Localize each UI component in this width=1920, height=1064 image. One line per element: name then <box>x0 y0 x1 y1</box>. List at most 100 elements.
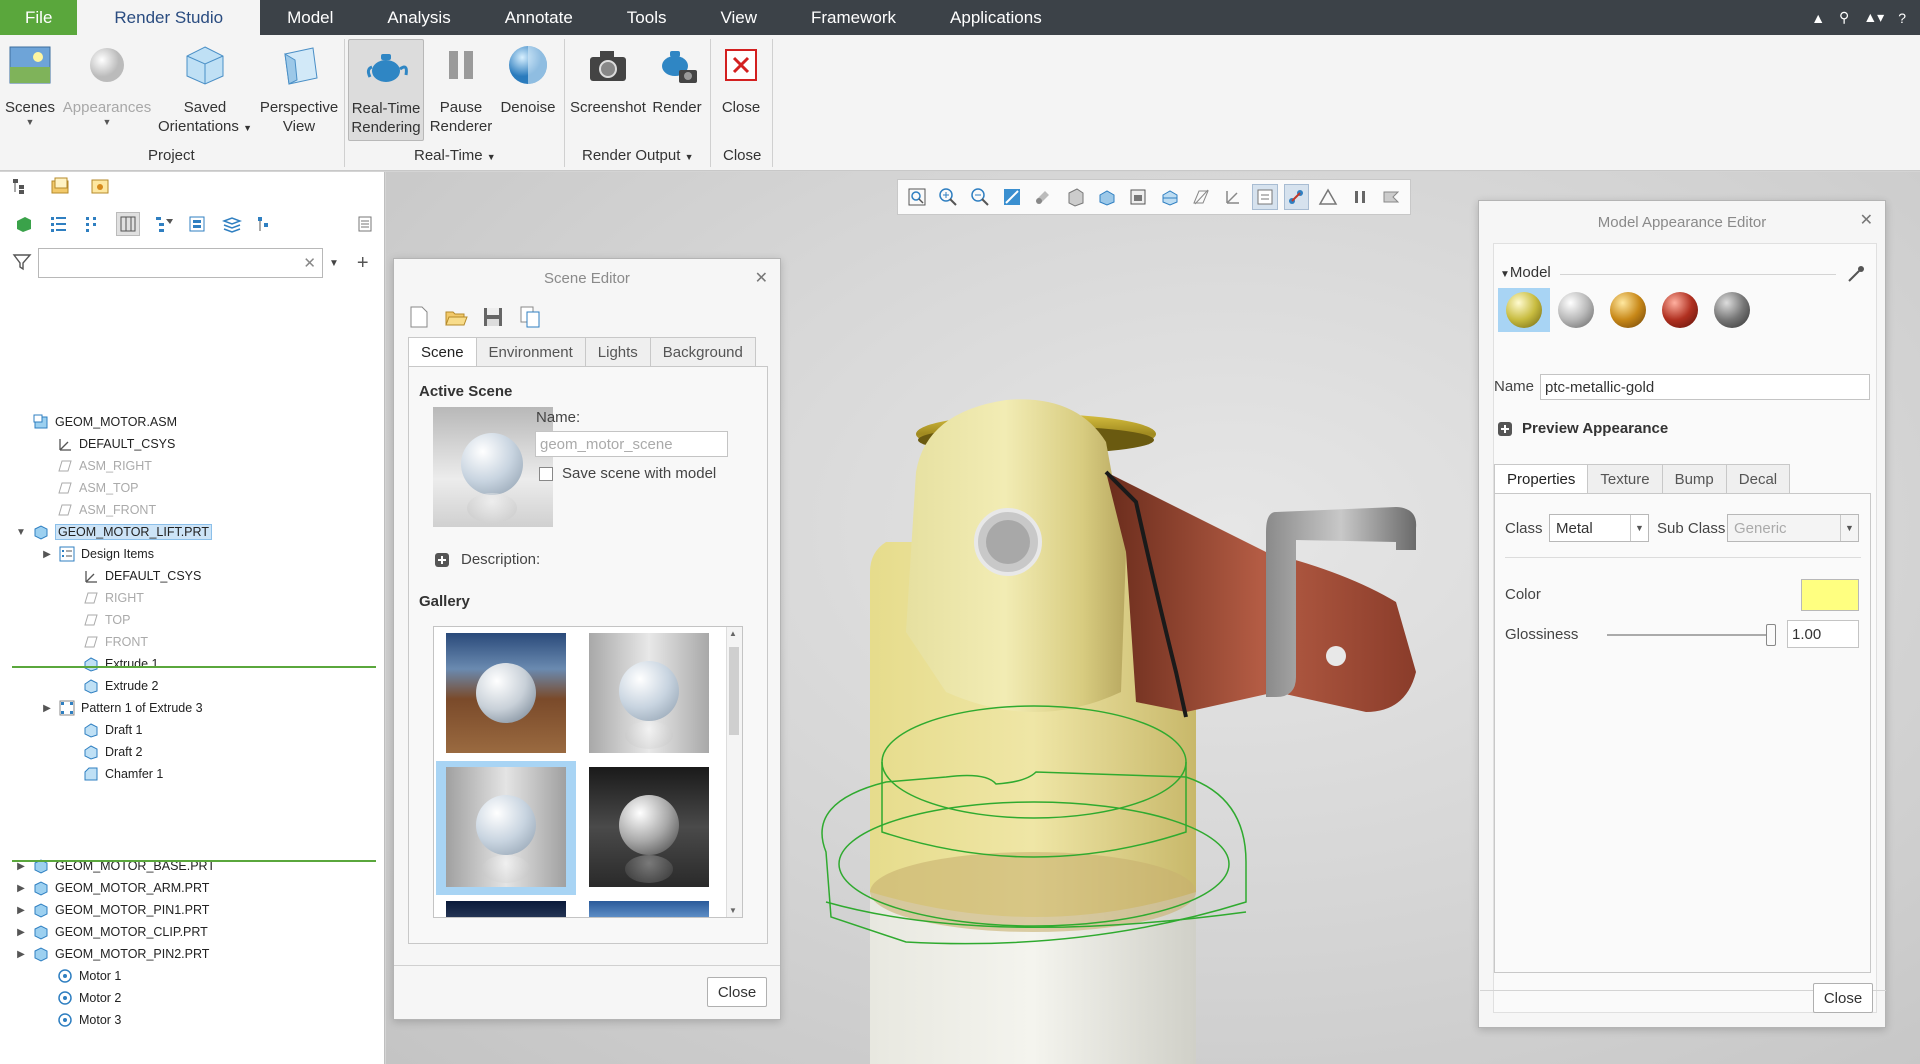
glossiness-slider-track[interactable] <box>1607 634 1771 636</box>
eyedropper-icon[interactable] <box>1846 264 1866 287</box>
tab-lights[interactable]: Lights <box>584 337 651 367</box>
spin-center-icon[interactable] <box>1283 184 1310 210</box>
expand-right-icon[interactable]: ▶ <box>14 905 28 916</box>
saved-views-icon[interactable] <box>1062 184 1088 210</box>
expand-right-icon[interactable]: ▶ <box>14 861 28 872</box>
filter-dropdown-icon[interactable]: ▼ <box>329 258 339 269</box>
tree-item[interactable]: ▶ GEOM_MOTOR_BASE.PRT <box>14 855 215 877</box>
saved-orientations-button[interactable]: Saved Orientations ▼ <box>154 39 256 138</box>
scroll-down-icon[interactable]: ▼ <box>729 906 737 915</box>
pause-animation-icon[interactable] <box>1347 184 1373 210</box>
help-icon[interactable]: ? <box>1898 10 1906 26</box>
tree-item[interactable]: DEFAULT_CSYS <box>64 565 201 587</box>
tree-filter-icon[interactable] <box>154 214 174 234</box>
scrollbar-thumb[interactable] <box>729 647 739 735</box>
zoom-in-icon[interactable] <box>936 184 962 210</box>
perspective-view-button[interactable]: Perspective View <box>258 39 340 136</box>
tree-item[interactable]: ▶ GEOM_MOTOR_PIN1.PRT <box>14 899 209 921</box>
appearance-name-field[interactable]: ptc-metallic-gold <box>1540 374 1870 400</box>
folder-browser-tab-icon[interactable] <box>50 176 70 196</box>
render-button[interactable]: Render <box>650 39 704 117</box>
tab-render-studio[interactable]: Render Studio <box>77 0 261 35</box>
glossiness-slider-thumb[interactable] <box>1766 624 1776 646</box>
tab-tools[interactable]: Tools <box>600 0 694 35</box>
tree-item[interactable]: ▶ GEOM_MOTOR_CLIP.PRT <box>14 921 208 943</box>
appearance-swatch-dark[interactable] <box>1714 292 1750 328</box>
close-icon[interactable]: ✕ <box>755 268 768 288</box>
tree-columns-settings-icon[interactable] <box>256 214 276 234</box>
class-dropdown[interactable]: Metal ▼ <box>1549 514 1649 542</box>
tab-analysis[interactable]: Analysis <box>360 0 477 35</box>
expand-right-icon[interactable]: ▶ <box>14 883 28 894</box>
denoise-button[interactable]: Denoise <box>498 39 558 117</box>
menu-file[interactable]: File <box>0 0 78 35</box>
show-details-icon[interactable] <box>355 214 375 234</box>
tab-view[interactable]: View <box>693 0 784 35</box>
close-icon[interactable]: ✕ <box>1860 210 1873 230</box>
gallery-item[interactable] <box>446 767 566 887</box>
gallery-item[interactable] <box>589 901 709 917</box>
layers-icon[interactable] <box>222 214 242 234</box>
gallery-scrollbar[interactable]: ▲ ▼ <box>726 627 742 917</box>
screenshot-button[interactable]: Screenshot <box>570 39 646 117</box>
tree-item[interactable]: DEFAULT_CSYS <box>38 433 175 455</box>
appearance-swatch-brass[interactable] <box>1610 292 1646 328</box>
color-picker[interactable] <box>1801 579 1859 611</box>
render-triangle-icon[interactable] <box>1315 184 1341 210</box>
appearance-swatch-red[interactable] <box>1662 292 1698 328</box>
filter-icon[interactable] <box>12 253 32 274</box>
glossiness-field[interactable]: 1.00 <box>1787 620 1859 648</box>
view-manager-icon[interactable] <box>1094 184 1120 210</box>
gallery-item[interactable] <box>446 901 566 917</box>
tree-item[interactable]: Extrude 1 <box>64 653 159 675</box>
expand-right-icon[interactable]: ▶ <box>14 949 28 960</box>
scenes-button[interactable]: Scenes ▼ <box>4 39 56 127</box>
datum-display-icon[interactable] <box>1189 184 1215 210</box>
clear-search-icon[interactable]: ✕ <box>303 254 316 272</box>
expand-right-icon[interactable]: ▶ <box>40 549 54 560</box>
annotation-display-icon[interactable] <box>1251 184 1278 210</box>
gallery-item[interactable] <box>446 633 566 753</box>
tree-item[interactable]: FRONT <box>64 631 148 653</box>
save-scene-icon[interactable] <box>482 305 504 332</box>
tree-item[interactable]: Draft 2 <box>64 741 143 763</box>
close-render-studio-button[interactable]: Close <box>716 39 766 117</box>
tree-item[interactable]: Motor 2 <box>38 987 121 1009</box>
new-scene-icon[interactable] <box>408 305 430 332</box>
tree-item[interactable]: ASM_RIGHT <box>38 455 152 477</box>
tree-columns-icon[interactable] <box>82 214 102 234</box>
subclass-dropdown[interactable]: Generic ▼ <box>1727 514 1859 542</box>
copy-scene-icon[interactable] <box>518 305 542 332</box>
tree-search-input[interactable]: ✕ <box>38 248 323 278</box>
tree-layout-icon[interactable] <box>116 212 140 236</box>
tree-item[interactable]: TOP <box>64 609 130 631</box>
scene-editor-close-button[interactable]: Close <box>707 977 767 1007</box>
search-icon[interactable]: ⚲ <box>1839 9 1849 26</box>
tab-decal[interactable]: Decal <box>1725 464 1791 494</box>
appearance-editor-close-button[interactable]: Close <box>1813 983 1873 1013</box>
refit-icon[interactable] <box>904 184 930 210</box>
zoom-out-icon[interactable] <box>967 184 993 210</box>
tree-item[interactable]: Motor 3 <box>38 1009 121 1031</box>
tree-item[interactable]: RIGHT <box>64 587 144 609</box>
section-icon[interactable] <box>1157 184 1183 210</box>
scene-name-field[interactable]: geom_motor_scene <box>535 431 728 457</box>
pause-renderer-button[interactable]: Pause Renderer <box>428 39 494 136</box>
tab-properties[interactable]: Properties <box>1494 464 1589 494</box>
expand-description-icon[interactable] <box>435 553 449 570</box>
appearances-button[interactable]: Appearances ▼ <box>62 39 152 127</box>
tab-annotate[interactable]: Annotate <box>478 0 600 35</box>
repaint-icon[interactable] <box>999 184 1025 210</box>
model-section-header[interactable]: ▼Model <box>1500 264 1551 281</box>
part-icon[interactable] <box>14 214 34 234</box>
expand-preview-icon[interactable] <box>1498 422 1512 439</box>
real-time-rendering-button[interactable]: Real-Time Rendering <box>348 39 424 141</box>
tab-environment[interactable]: Environment <box>475 337 586 367</box>
open-scene-icon[interactable] <box>444 305 468 332</box>
expand-right-icon[interactable]: ▶ <box>40 703 54 714</box>
community-icon[interactable]: ▲▾ <box>1863 9 1884 26</box>
tree-item[interactable]: ASM_FRONT <box>38 499 156 521</box>
tree-item[interactable]: Extrude 2 <box>64 675 159 697</box>
tree-item[interactable]: ▶ GEOM_MOTOR_ARM.PRT <box>14 877 209 899</box>
tab-background[interactable]: Background <box>649 337 756 367</box>
